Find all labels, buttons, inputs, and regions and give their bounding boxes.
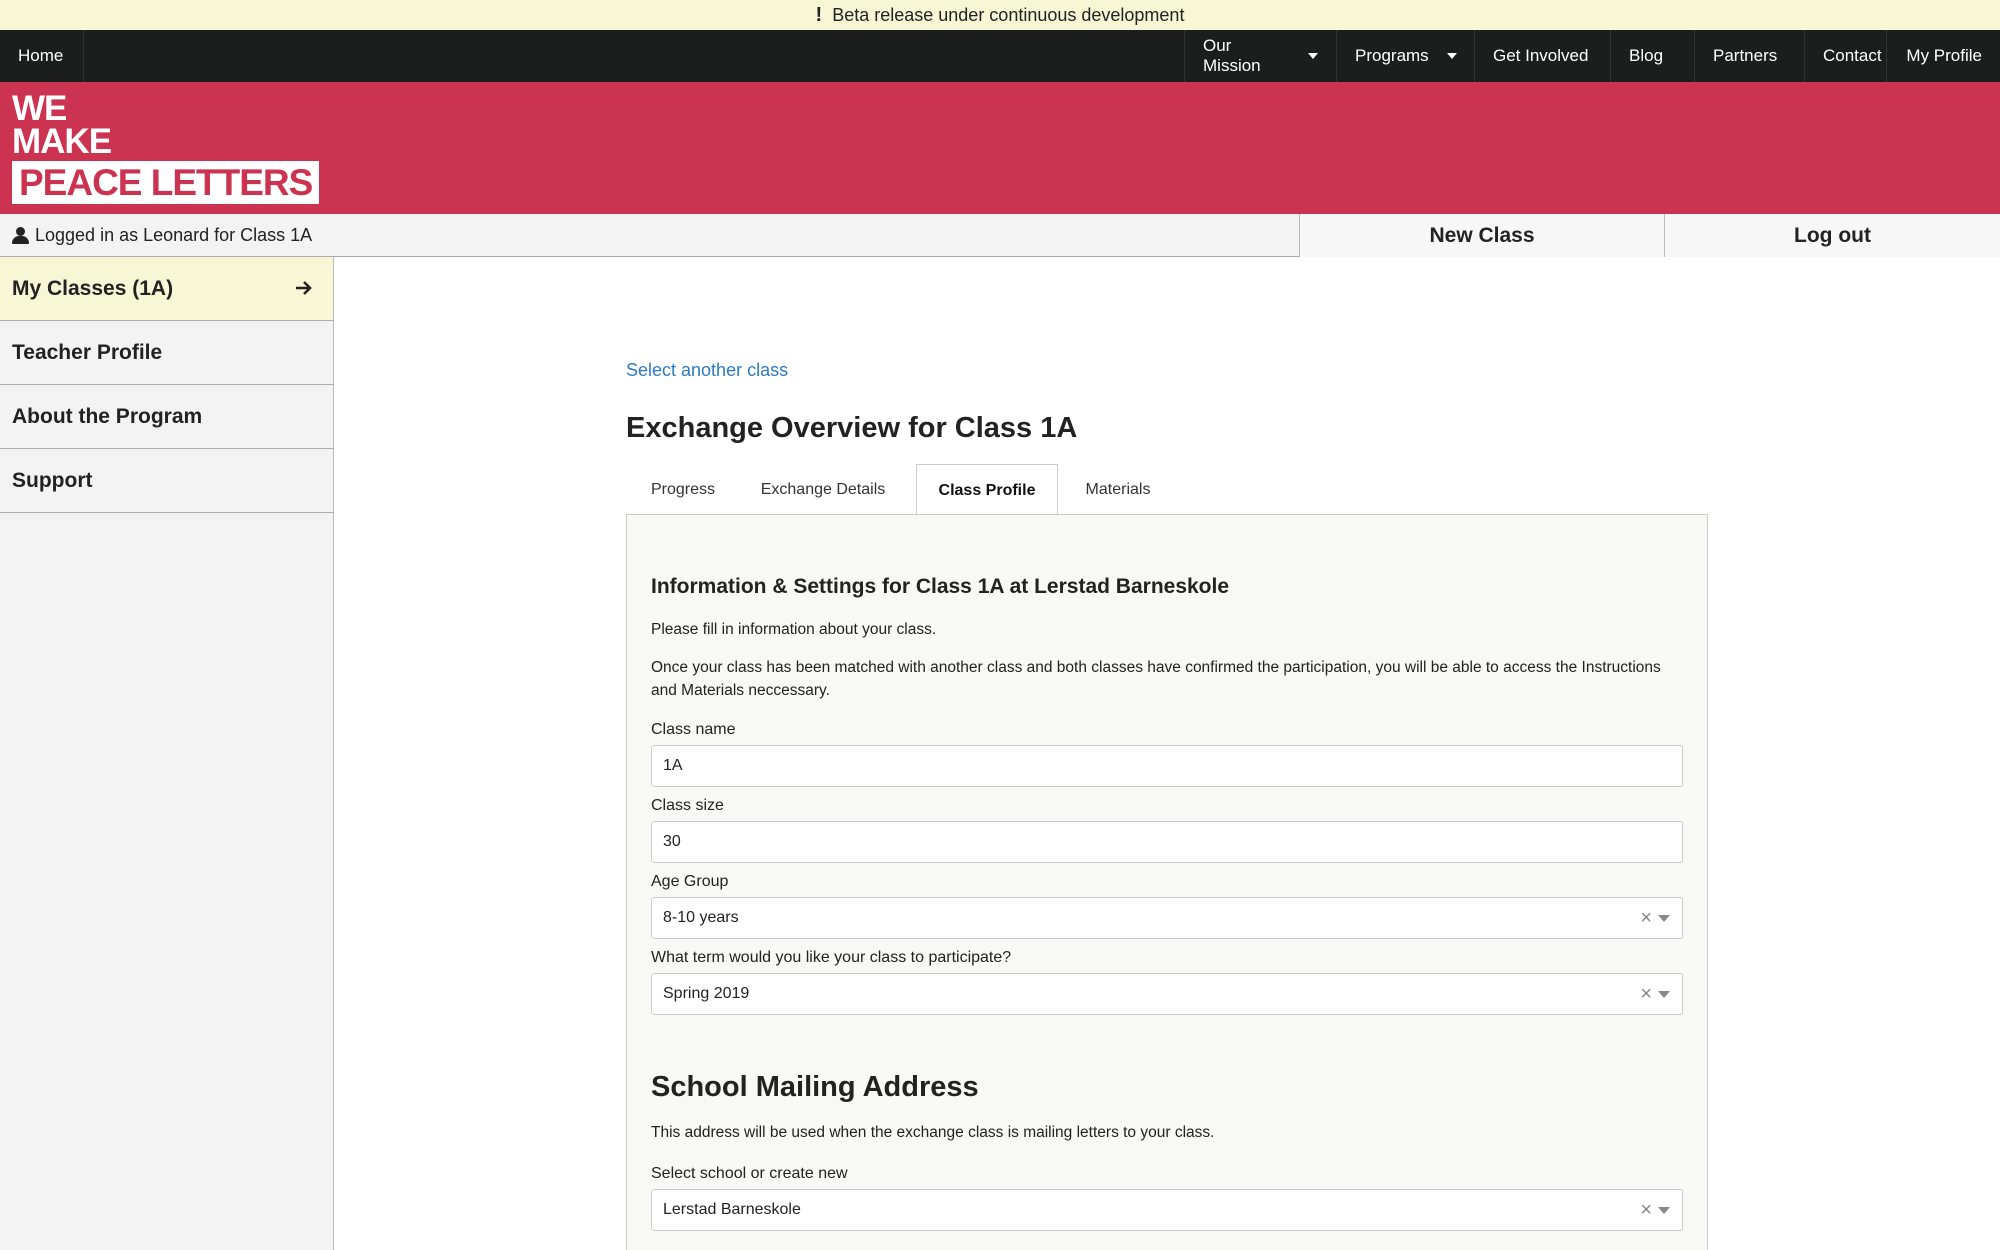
age-group-label: Age Group	[651, 873, 729, 890]
clear-icon[interactable]: ×	[1640, 907, 1652, 930]
nav-home[interactable]: Home	[0, 30, 84, 82]
logo-line-2: MAKE	[12, 122, 112, 161]
class-size-input[interactable]: 30	[651, 821, 1683, 863]
sidebar: My Classes (1A) Teacher Profile About th…	[0, 257, 334, 1250]
chevron-down-icon[interactable]	[1658, 915, 1670, 922]
term-label: What term would you like your class to p…	[651, 949, 1012, 966]
age-group-value: 8-10 years	[663, 909, 739, 926]
sidebar-item-teacher-profile[interactable]: Teacher Profile	[0, 321, 333, 385]
chevron-down-icon[interactable]	[1658, 991, 1670, 998]
nav-programs[interactable]: Programs	[1336, 30, 1474, 82]
tab-class-profile[interactable]: Class Profile	[916, 464, 1058, 516]
sidebar-item-label: Support	[12, 468, 93, 492]
sidebar-item-about-program[interactable]: About the Program	[0, 385, 333, 449]
select-another-class-link[interactable]: Select another class	[626, 360, 788, 381]
logged-in-status: Logged in as Leonard for Class 1A	[12, 214, 312, 257]
beta-banner: ! Beta release under continuous developm…	[0, 0, 2000, 30]
top-navigation: Home Our Mission Programs Get Involved B…	[0, 30, 2000, 82]
nav-my-profile[interactable]: My Profile	[1886, 30, 2000, 82]
sidebar-item-label: About the Program	[12, 404, 203, 428]
nav-our-mission-label: Our Mission	[1203, 36, 1261, 75]
class-profile-panel: Information & Settings for Class 1A at L…	[626, 514, 1708, 1250]
tab-materials[interactable]: Materials	[1058, 464, 1178, 515]
nav-our-mission[interactable]: Our Mission	[1184, 30, 1336, 82]
nav-programs-label: Programs	[1355, 46, 1429, 65]
site-logo[interactable]: WE MAKE PEACE LETTERS	[12, 89, 320, 204]
settings-heading: Information & Settings for Class 1A at L…	[651, 575, 1230, 598]
tab-progress[interactable]: Progress	[626, 464, 740, 515]
arrow-right-icon	[295, 279, 313, 302]
clear-icon[interactable]: ×	[1640, 1199, 1652, 1222]
logo-line-1: WE	[12, 89, 67, 128]
term-value: Spring 2019	[663, 985, 750, 1002]
sidebar-item-label: My Classes (1A)	[12, 276, 174, 300]
new-class-button[interactable]: New Class	[1299, 214, 1664, 257]
nav-blog[interactable]: Blog	[1610, 30, 1694, 82]
user-icon	[12, 227, 29, 244]
logged-in-text: Logged in as Leonard for Class 1A	[35, 225, 313, 245]
log-out-button[interactable]: Log out	[1664, 214, 2000, 257]
matching-note: Once your class has been matched with an…	[651, 659, 1661, 699]
mailing-address-desc: This address will be used when the excha…	[651, 1124, 1215, 1141]
intro-text: Please fill in information about your cl…	[651, 621, 937, 638]
tab-exchange-details[interactable]: Exchange Details	[740, 464, 906, 515]
nav-get-involved[interactable]: Get Involved	[1474, 30, 1610, 82]
logo-line-3: PEACE LETTERS	[12, 161, 320, 204]
school-select[interactable]: Lerstad Barneskole ×	[651, 1189, 1683, 1231]
chevron-down-icon	[1308, 53, 1318, 59]
sidebar-item-my-classes[interactable]: My Classes (1A)	[0, 257, 333, 321]
school-select-label: Select school or create new	[651, 1165, 848, 1182]
sidebar-item-support[interactable]: Support	[0, 449, 333, 513]
clear-icon[interactable]: ×	[1640, 983, 1652, 1006]
page-title: Exchange Overview for Class 1A	[626, 412, 1078, 444]
chevron-down-icon	[1446, 53, 1457, 59]
sidebar-item-label: Teacher Profile	[12, 340, 163, 364]
class-name-label: Class name	[651, 721, 736, 738]
chevron-down-icon[interactable]	[1658, 1207, 1670, 1214]
tab-bar: Progress Exchange Details Class Profile …	[626, 464, 1708, 516]
class-size-label: Class size	[651, 797, 724, 814]
nav-partners[interactable]: Partners	[1694, 30, 1804, 82]
age-group-select[interactable]: 8-10 years ×	[651, 897, 1683, 939]
class-name-input[interactable]: 1A	[651, 745, 1683, 787]
school-value: Lerstad Barneskole	[663, 1201, 801, 1218]
term-select[interactable]: Spring 2019 ×	[651, 973, 1683, 1015]
mailing-address-heading: School Mailing Address	[651, 1071, 979, 1103]
user-bar: Logged in as Leonard for Class 1A New Cl…	[0, 214, 2000, 257]
exclamation-icon: !	[815, 3, 823, 26]
beta-text: Beta release under continuous developmen…	[832, 4, 1185, 25]
